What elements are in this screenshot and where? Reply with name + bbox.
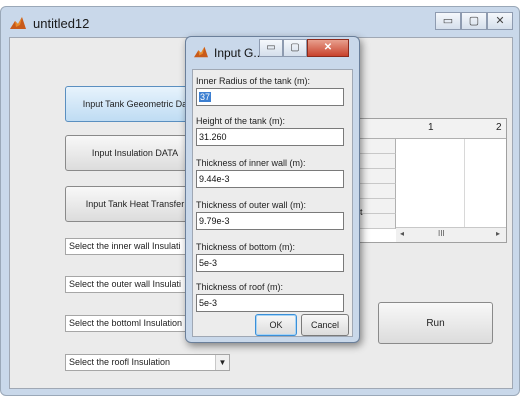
close-button[interactable]: ✕ — [487, 12, 513, 30]
roof-select-label: Select the roofl Insulation — [69, 357, 171, 367]
row-header — [356, 184, 396, 199]
height-input[interactable]: 31.260 — [196, 128, 344, 146]
scroll-thumb[interactable]: III — [438, 229, 445, 238]
row-header — [356, 169, 396, 184]
inner-wall-thickness-label: Thickness of inner wall (m): — [196, 158, 306, 168]
bottom-thickness-label: Thickness of bottom (m): — [196, 242, 296, 252]
roof-insulation-select[interactable]: Select the roofl Insulation ▼ — [65, 354, 230, 371]
input-dialog: Input G... ▭ ▢ ✕ Inner Radius of the tan… — [185, 36, 360, 343]
scroll-left-icon[interactable]: ◂ — [400, 229, 404, 238]
dropdown-arrow-icon[interactable]: ▼ — [215, 355, 229, 370]
dialog-close-button[interactable]: ✕ — [307, 39, 349, 57]
maximize-button[interactable]: ▢ — [461, 12, 487, 30]
dialog-title: Input G... — [214, 46, 264, 60]
scroll-right-icon[interactable]: ▸ — [496, 229, 500, 238]
dialog-maximize-button[interactable]: ▢ — [283, 39, 307, 57]
outer-wall-select-label: Select the outer wall Insulati — [69, 279, 182, 289]
matlab-icon — [194, 46, 208, 58]
roof-thickness-label: Thickness of roof (m): — [196, 282, 284, 292]
bottom-thickness-input[interactable]: 5e-3 — [196, 254, 344, 272]
dialog-body: Inner Radius of the tank (m): 37 Height … — [192, 69, 353, 337]
input-heat-transfer-button[interactable]: Input Tank Heat Transfer — [65, 186, 205, 222]
ok-button[interactable]: OK — [255, 314, 297, 336]
inner-wall-thickness-input[interactable]: 9.44e-3 — [196, 170, 344, 188]
partial-label: t — [360, 207, 363, 217]
column-divider — [464, 139, 465, 227]
outer-wall-thickness-label: Thickness of outer wall (m): — [196, 200, 307, 210]
roof-thickness-input[interactable]: 5e-3 — [196, 294, 344, 312]
height-label: Height of the tank (m): — [196, 116, 286, 126]
window-title-bar[interactable]: untitled12 ▭ ▢ ✕ — [1, 7, 519, 37]
run-button[interactable]: Run — [378, 302, 493, 344]
horizontal-scrollbar[interactable]: ◂ III ▸ — [396, 227, 506, 242]
inner-radius-value: 37 — [199, 92, 212, 102]
inner-radius-input[interactable]: 37 — [196, 88, 344, 106]
window-title: untitled12 — [33, 16, 90, 31]
inner-wall-select-label: Select the inner wall Insulati — [69, 241, 181, 251]
bottom-select-label: Select the bottoml Insulation — [69, 318, 183, 328]
row-header — [356, 139, 396, 154]
inner-radius-label: Inner Radius of the tank (m): — [196, 76, 311, 86]
row-header — [356, 154, 396, 169]
matlab-icon — [10, 17, 26, 29]
data-table[interactable]: 1 2 ◂ III ▸ — [355, 118, 507, 243]
dialog-minimize-button[interactable]: ▭ — [259, 39, 283, 57]
column-header: 1 — [428, 122, 434, 133]
minimize-button[interactable]: ▭ — [435, 12, 461, 30]
input-geometric-button[interactable]: Input Tank Geeometric Da — [65, 86, 205, 122]
column-header: 2 — [496, 122, 502, 133]
table-header: 1 2 — [356, 119, 506, 139]
input-insulation-button[interactable]: Input Insulation DATA — [65, 135, 205, 171]
outer-wall-thickness-input[interactable]: 9.79e-3 — [196, 212, 344, 230]
cancel-button[interactable]: Cancel — [301, 314, 349, 336]
